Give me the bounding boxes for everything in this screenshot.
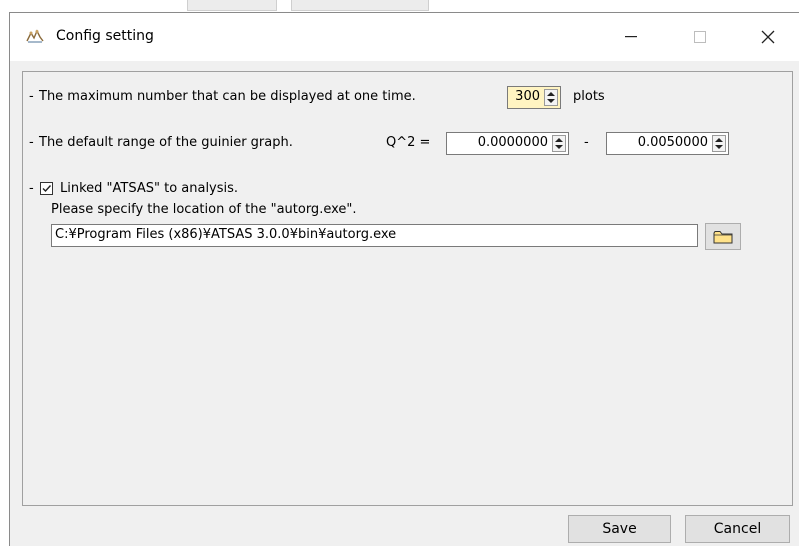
close-icon [761, 30, 775, 44]
guinier-min-spinner[interactable]: 0.0000000 [446, 132, 569, 155]
check-icon [42, 185, 52, 193]
max-display-spinner[interactable]: 300 [507, 86, 561, 109]
guinier-min-value[interactable]: 0.0000000 [478, 135, 548, 150]
save-button[interactable]: Save [568, 515, 671, 543]
guinier-dash: - [29, 135, 34, 150]
folder-icon [713, 230, 733, 243]
max-display-value[interactable]: 300 [515, 89, 540, 104]
max-display-dash: - [29, 89, 34, 104]
q2-label: Q^2 = [386, 135, 431, 150]
autorg-path-value[interactable]: C:¥Program Files (x86)¥ATSAS 3.0.0¥bin¥a… [55, 227, 396, 242]
title-bar[interactable]: Config setting [10, 13, 799, 61]
guinier-max-value[interactable]: 0.0050000 [638, 135, 708, 150]
minimize-icon [625, 36, 637, 38]
range-separator: - [584, 135, 589, 150]
atsas-dash: - [29, 181, 34, 196]
browse-folder-button[interactable] [705, 223, 741, 250]
close-button[interactable] [745, 13, 791, 61]
max-display-label: The maximum number that can be displayed… [39, 89, 416, 104]
max-display-spin-arrows[interactable] [544, 89, 558, 106]
max-display-unit: plots [573, 89, 605, 104]
minimize-button[interactable] [608, 13, 654, 61]
config-dialog: Config setting - The maximum number that… [9, 12, 799, 546]
atsas-label[interactable]: Linked "ATSAS" to analysis. [60, 181, 238, 196]
guinier-label: The default range of the guinier graph. [39, 135, 293, 150]
autorg-hint: Please specify the location of the "auto… [51, 202, 357, 217]
background-tab [291, 0, 429, 11]
window-title: Config setting [56, 28, 154, 44]
maximize-icon [694, 31, 706, 43]
app-icon [26, 29, 44, 43]
settings-panel: - The maximum number that can be display… [22, 71, 793, 506]
guinier-max-spin-arrows[interactable] [712, 135, 726, 152]
background-tab [187, 0, 277, 11]
cancel-button[interactable]: Cancel [685, 515, 790, 543]
guinier-min-spin-arrows[interactable] [552, 135, 566, 152]
maximize-button[interactable] [677, 13, 723, 61]
atsas-checkbox[interactable] [40, 182, 53, 195]
autorg-path-input[interactable]: C:¥Program Files (x86)¥ATSAS 3.0.0¥bin¥a… [51, 224, 698, 247]
guinier-max-spinner[interactable]: 0.0050000 [606, 132, 729, 155]
